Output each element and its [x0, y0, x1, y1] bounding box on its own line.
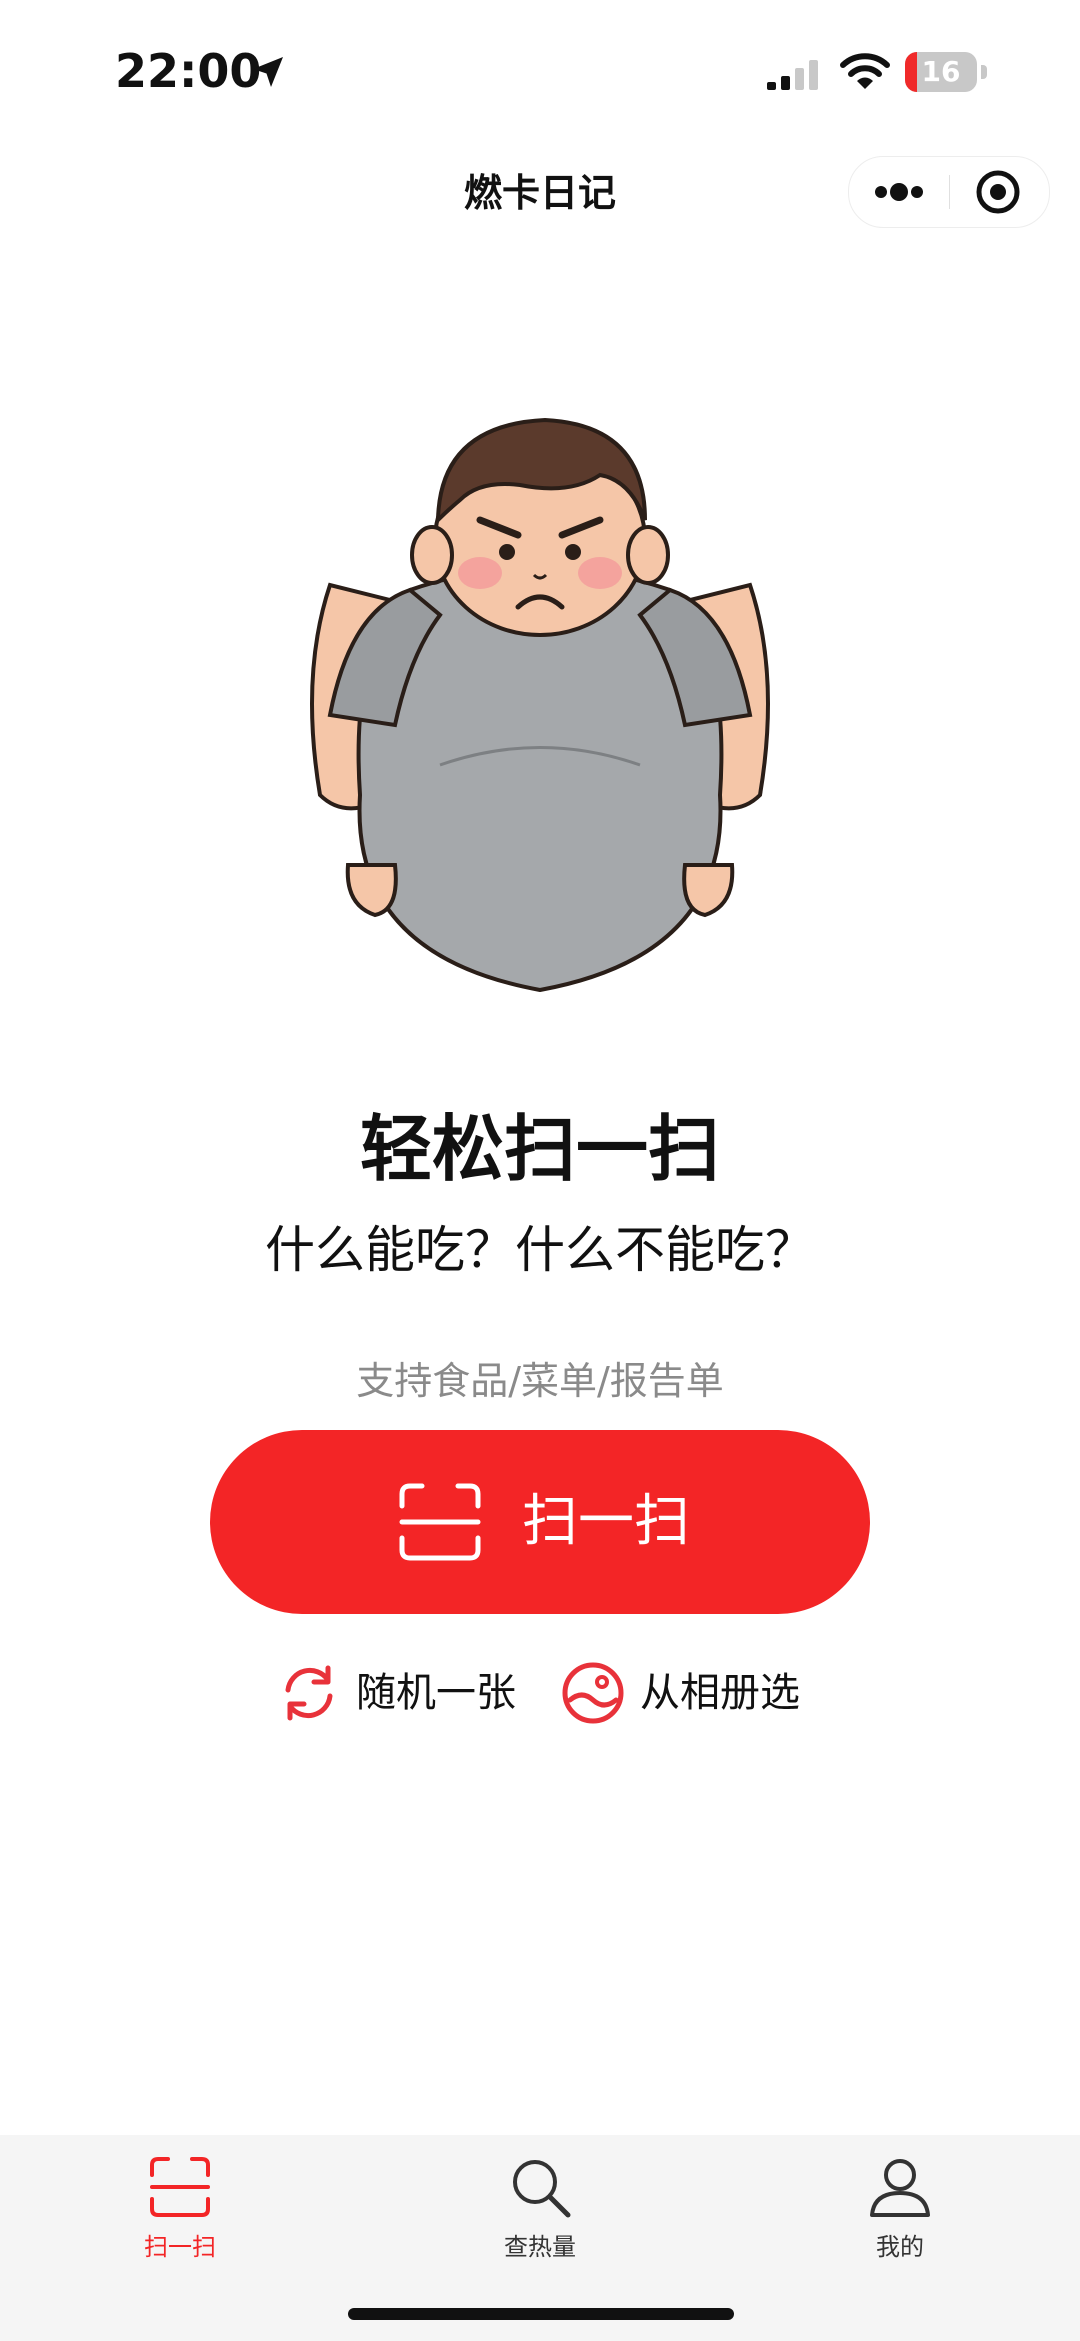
battery-level: 16: [921, 55, 961, 88]
home-indicator[interactable]: [348, 2308, 734, 2320]
choose-from-album-label: 从相册选: [640, 1670, 800, 1716]
more-icon[interactable]: [849, 157, 949, 227]
status-time: 22:00: [115, 44, 262, 98]
tab-mine[interactable]: 我的: [800, 2145, 1000, 2275]
screen: 22:00 16 燃卡日记 轻松扫一扫 什么能吃？什么不能吃？ 支持食品/菜单/…: [0, 0, 1080, 2341]
scan-button-label: 扫一扫: [522, 1489, 690, 1554]
subheadline: 什么能吃？什么不能吃？: [265, 1221, 815, 1279]
battery-icon: 16: [905, 52, 987, 92]
refresh-icon: [285, 1665, 333, 1721]
status-bar: 22:00 16: [0, 0, 1080, 140]
mini-program-capsule: [848, 156, 1050, 228]
support-text: 支持食品/菜单/报告单: [356, 1359, 724, 1403]
angry-chubby-boy-illustration: [310, 417, 770, 993]
search-icon: [513, 2160, 571, 2218]
scan-button[interactable]: 扫一扫: [210, 1430, 870, 1614]
scan-frame-icon: [150, 2157, 210, 2217]
tab-scan-label: 扫一扫: [144, 2233, 216, 2261]
tab-mine-label: 我的: [876, 2233, 924, 2261]
tab-scan[interactable]: 扫一扫: [80, 2145, 280, 2275]
tab-calorie-search[interactable]: 查热量: [440, 2145, 640, 2275]
signal-icon: [767, 60, 818, 90]
location-icon: [253, 57, 283, 87]
album-icon: [562, 1662, 624, 1724]
random-image-button[interactable]: 随机一张: [276, 1660, 526, 1726]
wifi-icon: [840, 53, 890, 89]
close-target-icon[interactable]: [950, 157, 1049, 227]
random-image-label: 随机一张: [356, 1670, 516, 1716]
headline: 轻松扫一扫: [359, 1107, 720, 1191]
user-icon: [870, 2159, 930, 2217]
tab-calorie-search-label: 查热量: [504, 2233, 576, 2261]
scan-frame-icon: [399, 1483, 481, 1561]
choose-from-album-button[interactable]: 从相册选: [560, 1660, 810, 1726]
